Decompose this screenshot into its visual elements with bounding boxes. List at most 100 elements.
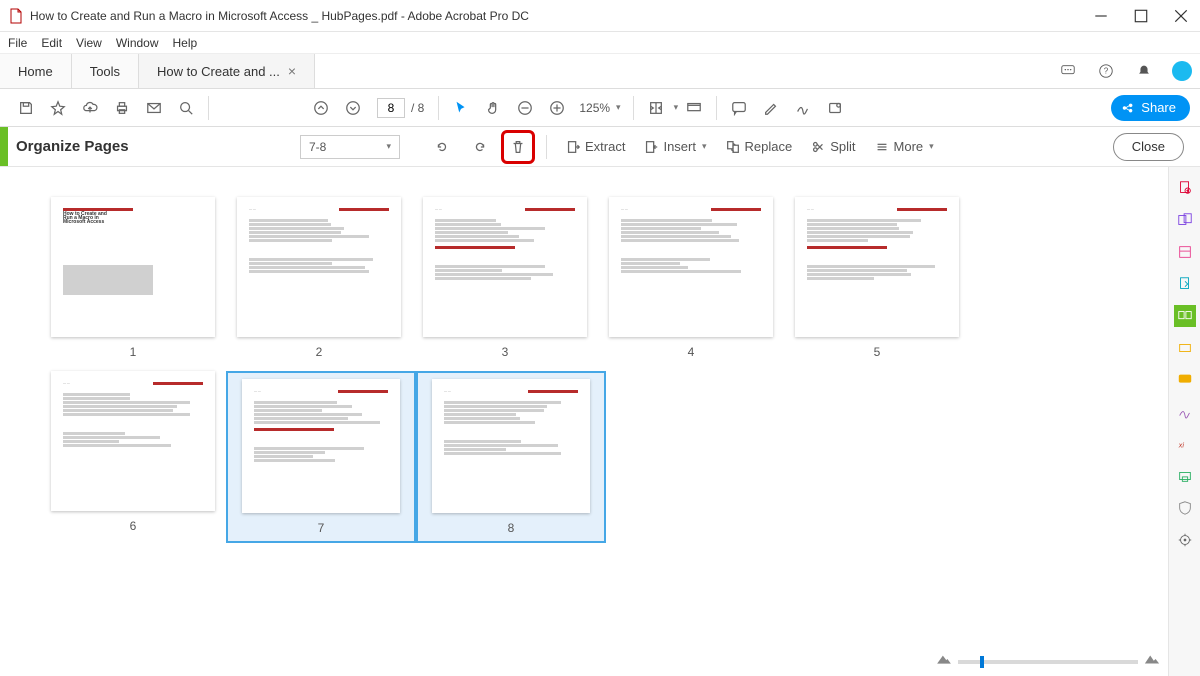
thumb-small-icon[interactable]: [936, 651, 952, 672]
svg-text:?: ?: [1104, 67, 1109, 76]
sign-icon[interactable]: [789, 94, 817, 122]
page-number-label: 3: [502, 345, 509, 359]
highlight-icon[interactable]: [757, 94, 785, 122]
menu-edit[interactable]: Edit: [41, 36, 62, 50]
chat-icon[interactable]: [1058, 61, 1078, 81]
tool-organize-icon[interactable]: [1174, 305, 1196, 327]
tool-fill-sign-icon[interactable]: [1174, 401, 1196, 423]
tab-bar: Home Tools How to Create and ... × ?: [0, 54, 1200, 89]
page-number-label: 8: [508, 521, 515, 535]
page-preview: — —: [423, 197, 587, 337]
organize-title: Organize Pages: [16, 138, 129, 155]
app-icon: [8, 8, 24, 24]
page-thumbnail[interactable]: — — 2: [226, 197, 412, 359]
extract-button[interactable]: Extract: [559, 133, 631, 161]
stamp-icon[interactable]: [821, 94, 849, 122]
page-number-label: 2: [316, 345, 323, 359]
page-number-label: 7: [318, 521, 325, 535]
comment-icon[interactable]: [725, 94, 753, 122]
page-thumbnail[interactable]: — — 4: [598, 197, 784, 359]
page-thumbnail[interactable]: How to Create and Run a Macro in Microso…: [40, 197, 226, 359]
page-thumbnail[interactable]: — — 8: [416, 371, 606, 543]
split-button[interactable]: Split: [804, 133, 861, 161]
replace-button[interactable]: Replace: [719, 133, 799, 161]
page-number-label: 5: [874, 345, 881, 359]
zoom-level[interactable]: 125%▾: [579, 101, 620, 115]
zoom-out-icon[interactable]: [511, 94, 539, 122]
close-tool-button[interactable]: Close: [1113, 133, 1184, 161]
bell-icon[interactable]: [1134, 61, 1154, 81]
account-avatar[interactable]: [1172, 61, 1192, 81]
rotate-cw-icon[interactable]: [466, 133, 494, 161]
page-thumbnail[interactable]: — — 3: [412, 197, 598, 359]
close-window-button[interactable]: [1172, 7, 1190, 25]
read-mode-icon[interactable]: [680, 94, 708, 122]
fit-width-icon[interactable]: [642, 94, 670, 122]
star-icon[interactable]: [44, 94, 72, 122]
page-preview: — —: [51, 371, 215, 511]
thumb-large-icon[interactable]: [1144, 651, 1160, 672]
tool-send-icon[interactable]: [1174, 337, 1196, 359]
tool-comment-icon[interactable]: [1174, 369, 1196, 391]
thumb-zoom-slider[interactable]: [958, 660, 1138, 664]
cloud-icon[interactable]: [76, 94, 104, 122]
tool-edit-icon[interactable]: [1174, 241, 1196, 263]
thumbnail-zoom: [936, 651, 1160, 672]
zoom-in-icon[interactable]: [543, 94, 571, 122]
pointer-icon[interactable]: [447, 94, 475, 122]
menu-bar: File Edit View Window Help: [0, 32, 1200, 54]
tool-combine-icon[interactable]: [1174, 209, 1196, 231]
menu-help[interactable]: Help: [173, 36, 198, 50]
main-toolbar: / 8 125%▾ ▾ Share: [0, 89, 1200, 127]
tab-document[interactable]: How to Create and ... ×: [139, 54, 315, 88]
page-number-input[interactable]: [377, 98, 405, 118]
menu-window[interactable]: Window: [116, 36, 159, 50]
thumbnail-area: How to Create and Run a Macro in Microso…: [0, 167, 1168, 650]
right-tool-panel: xi: [1168, 167, 1200, 676]
minimize-button[interactable]: [1092, 7, 1110, 25]
hand-icon[interactable]: [479, 94, 507, 122]
search-icon[interactable]: [172, 94, 200, 122]
page-thumbnail[interactable]: — — 7: [226, 371, 416, 543]
page-preview: — —: [609, 197, 773, 337]
tool-create-pdf-icon[interactable]: [1174, 177, 1196, 199]
delete-button[interactable]: [504, 133, 532, 161]
page-preview: — —: [237, 197, 401, 337]
share-button[interactable]: Share: [1111, 95, 1190, 121]
maximize-button[interactable]: [1132, 7, 1150, 25]
page-up-icon[interactable]: [307, 94, 335, 122]
page-preview: — —: [432, 379, 590, 513]
insert-button[interactable]: Insert▾: [637, 133, 712, 161]
tool-print-production-icon[interactable]: [1174, 465, 1196, 487]
close-tab-icon[interactable]: ×: [288, 63, 296, 79]
page-thumbnail[interactable]: — — 6: [40, 371, 226, 543]
mail-icon[interactable]: [140, 94, 168, 122]
tool-more-icon[interactable]: [1174, 529, 1196, 551]
page-total-label: / 8: [411, 101, 424, 115]
tool-export-icon[interactable]: [1174, 273, 1196, 295]
page-preview: — —: [795, 197, 959, 337]
tool-protect-icon[interactable]: [1174, 497, 1196, 519]
page-number-label: 1: [130, 345, 137, 359]
fit-dropdown-icon[interactable]: ▾: [674, 102, 679, 113]
print-icon[interactable]: [108, 94, 136, 122]
page-indicator: / 8: [377, 98, 424, 118]
menu-view[interactable]: View: [76, 36, 102, 50]
svg-text:xi: xi: [1177, 442, 1184, 450]
page-number-label: 4: [688, 345, 695, 359]
more-button[interactable]: More▾: [868, 133, 940, 161]
page-thumbnail[interactable]: — — 5: [784, 197, 970, 359]
page-number-label: 6: [130, 519, 137, 533]
menu-file[interactable]: File: [8, 36, 27, 50]
page-preview: — —: [242, 379, 400, 513]
window-title: How to Create and Run a Macro in Microso…: [30, 9, 1092, 23]
rotate-ccw-icon[interactable]: [428, 133, 456, 161]
tab-tools[interactable]: Tools: [72, 54, 139, 88]
help-icon[interactable]: ?: [1096, 61, 1116, 81]
tool-xml-icon[interactable]: xi: [1174, 433, 1196, 455]
page-range-input[interactable]: 7-8▾: [300, 135, 400, 159]
save-icon[interactable]: [12, 94, 40, 122]
page-down-icon[interactable]: [339, 94, 367, 122]
tab-home[interactable]: Home: [0, 54, 72, 88]
organize-toolbar: Organize Pages 7-8▾ Extract Insert▾ Repl…: [0, 127, 1200, 167]
